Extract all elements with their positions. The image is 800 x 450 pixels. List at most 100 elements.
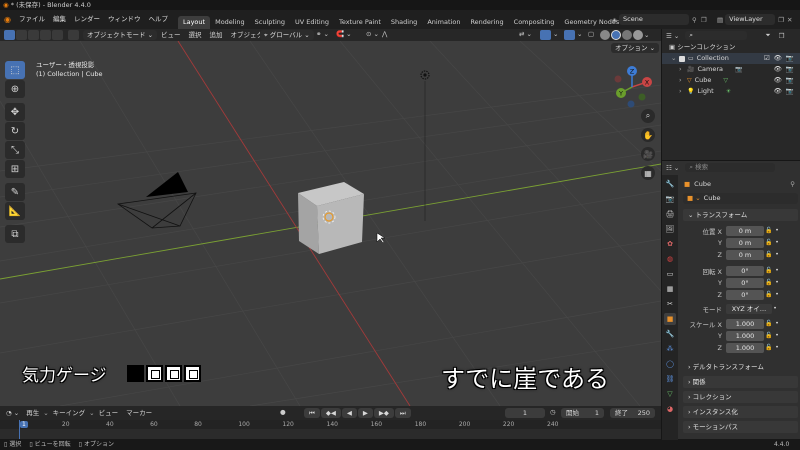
record-icon[interactable]: ● (280, 408, 286, 416)
expand-arrow-icon[interactable]: › (679, 75, 687, 86)
value-field[interactable]: 1.000 (726, 342, 764, 353)
object-data-camera-icon[interactable]: 📷 (735, 64, 742, 75)
view-layer-field[interactable]: ViewLayer (725, 14, 776, 25)
visibility-eye-icon[interactable]: 👁 (774, 65, 782, 73)
timeline-editor-icon[interactable]: ◔ ⌄ (0, 409, 22, 417)
jump-key-back-icon[interactable]: ◆◀ (320, 408, 341, 418)
lock-icon[interactable]: 🔓 (764, 267, 774, 274)
visibility-eye-icon[interactable]: 👁 (774, 87, 782, 95)
tab-texture-paint[interactable]: Texture Paint (334, 16, 386, 29)
play-icon[interactable]: ▶ (357, 408, 373, 418)
delta-transform-header[interactable]: › デルタトランスフォーム (683, 361, 798, 373)
collapsed-panel-header[interactable]: › 関係 (683, 376, 798, 388)
value-field[interactable]: 0° (726, 277, 764, 288)
world-tab-icon[interactable]: ◍ (664, 253, 676, 265)
tab-modeling[interactable]: Modeling (210, 16, 250, 29)
pivot-icon[interactable]: ⚭ ⌄ (316, 30, 329, 38)
outliner-item[interactable]: › 🎥 Camera 📷 👁 📷 (662, 64, 800, 75)
3d-viewport[interactable]: ⬚ ⊕ ✥ ↻ ⤡ ⊞ ✎ 📐 ⧉ ユーザー・透視投影 (1) Collecti… (0, 41, 661, 406)
view-layer-tab-icon[interactable]: 🖼 (664, 223, 676, 235)
keyframe-dot-icon[interactable]: • (774, 267, 780, 274)
new-collection-icon[interactable]: ❐ (779, 32, 785, 40)
menu-window[interactable]: ウィンドウ (104, 10, 145, 29)
include-checkbox-icon[interactable]: ☑ (764, 54, 770, 62)
jump-key-forward-icon[interactable]: ▶◆ (373, 408, 394, 418)
navigation-gizmo[interactable]: X Y Z (609, 64, 655, 110)
outliner-item[interactable]: › 💡 Light ☀ 👁 📷 (662, 86, 800, 97)
keyframe-dot-icon[interactable]: • (774, 291, 780, 298)
jump-start-icon[interactable]: ⏮ (304, 408, 320, 418)
value-field[interactable]: 1.000 (726, 330, 764, 341)
wireframe-shading-icon[interactable] (600, 30, 610, 40)
timeline-area[interactable]: 1 20 40 60 80 100 120 140 160 180 200 220 240 (0, 420, 661, 439)
frame-ruler[interactable]: 1 20 40 60 80 100 120 140 160 180 200 220 240 (0, 420, 661, 429)
menu-edit[interactable]: 編集 (49, 10, 70, 29)
keyframe-dot-icon[interactable]: • (774, 320, 780, 327)
zoom-icon[interactable]: ⌕ (641, 109, 655, 123)
object-data-light-icon[interactable]: ☀ (726, 86, 731, 97)
menu-keying[interactable]: キーイング (49, 407, 90, 419)
value-field[interactable]: 1.000 (726, 318, 764, 329)
move-tool-icon[interactable]: ✥ (5, 103, 25, 121)
expand-arrow-icon[interactable]: › (679, 86, 687, 97)
xray-toggle-icon[interactable] (564, 30, 575, 40)
select-intersect-icon[interactable] (52, 30, 63, 40)
render-tab-icon[interactable]: 📷 (664, 193, 676, 205)
tab-layout[interactable]: Layout (177, 16, 211, 29)
overlay-toggle-icon[interactable] (540, 30, 551, 40)
tab-animation[interactable]: Animation (422, 16, 465, 29)
value-field[interactable]: 0° (726, 265, 764, 276)
value-field[interactable]: 0 m (726, 237, 764, 248)
annotate-tool-icon[interactable]: ✎ (5, 183, 25, 201)
camera-view-icon[interactable]: 🎥 (641, 147, 655, 161)
transform-panel-header[interactable]: ⌄ トランスフォーム (683, 209, 798, 221)
keyframe-dot-icon[interactable]: • (774, 227, 780, 234)
render-camera-icon[interactable]: 📷 (786, 76, 794, 84)
keyframe-dot-icon[interactable]: • (774, 251, 780, 258)
rotate-tool-icon[interactable]: ↻ (5, 122, 25, 140)
outliner-item[interactable]: ⌄ ▭ Collection ☑ 👁 📷 (662, 53, 800, 64)
transform-tool-icon[interactable]: ⊞ (5, 160, 25, 178)
properties-pin-icon[interactable]: ⚲ (790, 180, 795, 188)
collapsed-panel-header[interactable]: › インスタンス化 (683, 406, 798, 418)
lock-icon[interactable]: 🔓 (764, 227, 774, 234)
menu-add[interactable]: 追加 (206, 29, 227, 41)
lock-icon[interactable]: 🔓 (764, 344, 774, 351)
visibility-eye-icon[interactable]: 👁 (774, 76, 782, 84)
rotation-mode-dropdown[interactable]: XYZ オイ… (726, 303, 772, 314)
tab-shading[interactable]: Shading (386, 16, 422, 29)
tools-tab-icon[interactable]: ✂ (664, 298, 676, 310)
physics-tab-icon[interactable]: ◯ (664, 358, 676, 370)
view-layer-close-icon[interactable]: ✕ (787, 16, 792, 24)
collection-tab-icon[interactable]: ▭ (664, 268, 676, 280)
material-tab-icon[interactable]: ◕ (664, 403, 676, 415)
keyframe-dot-icon[interactable]: • (772, 305, 778, 312)
data-tab-icon[interactable]: ▽ (664, 388, 676, 400)
scene-new-icon[interactable]: ❐ (701, 16, 707, 24)
cursor-tool-icon[interactable]: ⊕ (5, 80, 25, 98)
select-subtract-icon[interactable] (28, 30, 39, 40)
outliner-search-input[interactable]: ⌕ (685, 31, 748, 40)
keyframe-dot-icon[interactable]: • (774, 344, 780, 351)
select-invert-icon[interactable] (40, 30, 51, 40)
solid-shading-icon[interactable] (611, 30, 621, 40)
menu-timeline-view[interactable]: ビュー (95, 407, 123, 419)
mode-dropdown[interactable]: オブジェクトモード ⌄ (83, 30, 158, 40)
lock-icon[interactable]: 🔓 (764, 332, 774, 339)
toggle-xray-icon[interactable]: ▢ (588, 30, 594, 38)
value-field[interactable]: 0 m (726, 225, 764, 236)
lock-icon[interactable]: 🔓 (764, 320, 774, 327)
select-box-icon[interactable] (4, 30, 15, 40)
object-data-mesh-icon[interactable]: ▽ (723, 75, 728, 86)
current-frame-field[interactable]: 1 (505, 408, 545, 418)
start-frame-field[interactable]: 開始 1 (561, 408, 604, 418)
pan-hand-icon[interactable]: ✋ (641, 128, 655, 142)
lock-icon[interactable]: 🔓 (764, 239, 774, 246)
render-camera-icon[interactable]: 📷 (786, 65, 794, 73)
lock-icon[interactable]: 🔓 (764, 291, 774, 298)
collapsed-panel-header[interactable]: › モーションパス (683, 421, 798, 433)
texture-tab-icon[interactable]: ▦ (664, 283, 676, 295)
transform-orientation-dropdown[interactable]: ⌖ グローバル ⌄ (260, 30, 314, 40)
material-shading-icon[interactable] (622, 30, 632, 40)
visibility-eye-icon[interactable]: 👁 (774, 54, 782, 62)
